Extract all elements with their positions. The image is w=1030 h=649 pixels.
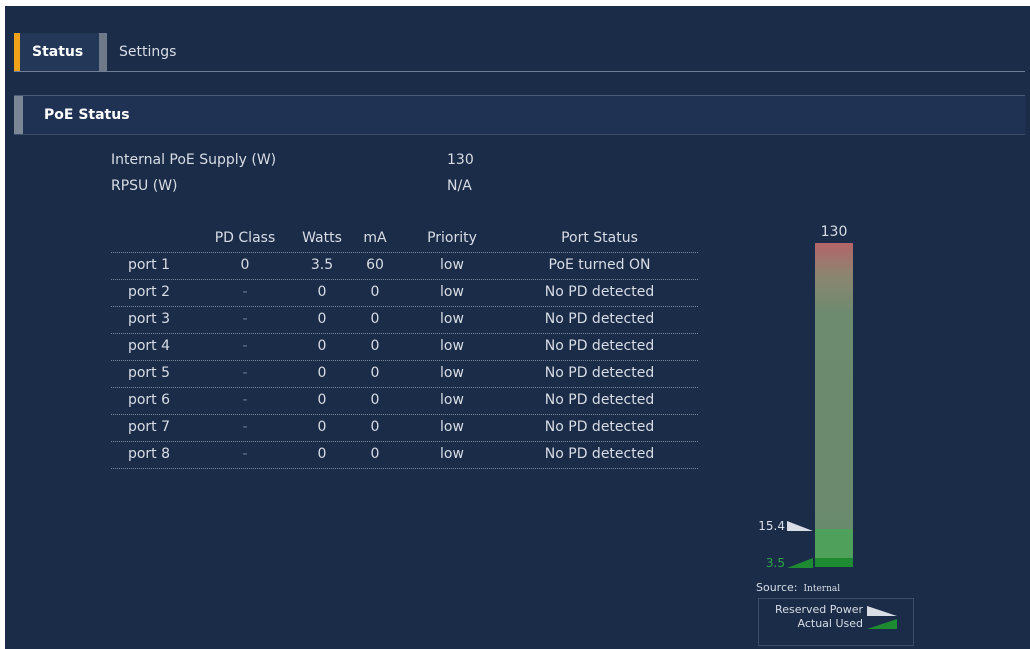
tab-separator [99, 33, 107, 71]
port-status-cell: No PD detected [544, 338, 655, 354]
watts-cell: 0 [317, 338, 327, 354]
milliamps-cell: 0 [370, 284, 380, 300]
table-row: port 1 0 3.5 60 low PoE turned ON [111, 253, 698, 280]
section-accent [14, 96, 23, 134]
watts-cell: 0 [317, 284, 327, 300]
internal-supply-value: 130 [447, 152, 474, 168]
priority-cell: low [440, 338, 464, 354]
table-row: port 3 - 0 0 low No PD detected [111, 307, 698, 334]
legend-actual-arrow [867, 619, 897, 629]
port-name-cell: port 5 [127, 365, 171, 381]
milliamps-cell: 0 [370, 392, 380, 408]
source-label: Source: [756, 581, 798, 594]
source-info: Source: Internal [756, 581, 840, 594]
bar-legend: Reserved Power Actual Used [758, 598, 914, 646]
actual-marker-label: 3.5 [765, 556, 785, 570]
pd-class-cell: - [242, 284, 248, 300]
port-status-cell: No PD detected [544, 311, 655, 327]
pd-class-cell: - [242, 392, 248, 408]
port-name-cell: port 1 [127, 257, 171, 273]
rpsu-value: N/A [447, 178, 472, 194]
pd-class-cell: - [242, 365, 248, 381]
reserved-marker-arrow [787, 521, 813, 531]
port-name-cell: port 7 [127, 419, 171, 435]
power-bar [815, 243, 853, 567]
source-value: Internal [803, 584, 841, 594]
reserved-marker-label: 15.4 [758, 519, 785, 533]
table-row: port 8 - 0 0 low No PD detected [111, 442, 698, 469]
table-header: PD Class Watts mA Priority Port Status [111, 226, 698, 253]
priority-cell: low [440, 419, 464, 435]
table-row: port 7 - 0 0 low No PD detected [111, 415, 698, 442]
pd-class-cell: - [242, 419, 248, 435]
column-header: Port Status [561, 230, 638, 246]
tab-bar: Status Settings [14, 33, 1025, 71]
column-header: PD Class [214, 230, 276, 246]
watts-cell: 0 [317, 392, 327, 408]
port-status-cell: No PD detected [544, 392, 655, 408]
priority-cell: low [440, 365, 464, 381]
port-name-cell: port 2 [127, 284, 171, 300]
pd-class-cell: - [242, 338, 248, 354]
tab-status[interactable]: Status [14, 33, 99, 71]
watts-cell: 0 [317, 446, 327, 462]
priority-cell: low [440, 284, 464, 300]
priority-cell: low [440, 392, 464, 408]
table-row: port 6 - 0 0 low No PD detected [111, 388, 698, 415]
port-status-cell: No PD detected [544, 365, 655, 381]
watts-cell: 3.5 [310, 257, 334, 273]
tab-divider [14, 71, 1025, 72]
priority-cell: low [440, 257, 464, 273]
priority-cell: low [440, 446, 464, 462]
internal-supply-label: Internal PoE Supply (W) [111, 152, 277, 168]
legend-actual-label: Actual Used [797, 617, 864, 630]
port-name-cell: port 8 [127, 446, 171, 462]
pd-class-cell: 0 [240, 257, 250, 273]
port-name-cell: port 4 [127, 338, 171, 354]
table-row: port 5 - 0 0 low No PD detected [111, 361, 698, 388]
tab-settings[interactable]: Settings [107, 33, 187, 71]
section-title: PoE Status [44, 107, 130, 123]
legend-reserved-label: Reserved Power [775, 603, 863, 616]
section-header: PoE Status [14, 95, 1025, 135]
port-name-cell: port 6 [127, 392, 171, 408]
column-header: Watts [302, 230, 342, 246]
legend-reserved-arrow [867, 606, 897, 616]
column-header: Priority [427, 230, 477, 246]
watts-cell: 0 [317, 419, 327, 435]
table-row: port 4 - 0 0 low No PD detected [111, 334, 698, 361]
pd-class-cell: - [242, 446, 248, 462]
port-table: PD Class Watts mA Priority Port Status p… [111, 226, 698, 469]
actual-marker-arrow [787, 558, 813, 568]
milliamps-cell: 0 [370, 311, 380, 327]
milliamps-cell: 0 [370, 338, 380, 354]
milliamps-cell: 0 [370, 419, 380, 435]
milliamps-cell: 0 [370, 446, 380, 462]
actual-used-fill [815, 558, 853, 567]
rpsu-label: RPSU (W) [111, 178, 178, 194]
port-status-cell: No PD detected [544, 284, 655, 300]
bar-max-label: 130 [820, 224, 848, 240]
port-status-cell: PoE turned ON [548, 257, 651, 273]
port-status-cell: No PD detected [544, 446, 655, 462]
watts-cell: 0 [317, 311, 327, 327]
port-name-cell: port 3 [127, 311, 171, 327]
watts-cell: 0 [317, 365, 327, 381]
port-status-cell: No PD detected [544, 419, 655, 435]
pd-class-cell: - [242, 311, 248, 327]
milliamps-cell: 0 [370, 365, 380, 381]
table-row: port 2 - 0 0 low No PD detected [111, 280, 698, 307]
milliamps-cell: 60 [366, 257, 384, 273]
priority-cell: low [440, 311, 464, 327]
column-header: mA [363, 230, 387, 246]
